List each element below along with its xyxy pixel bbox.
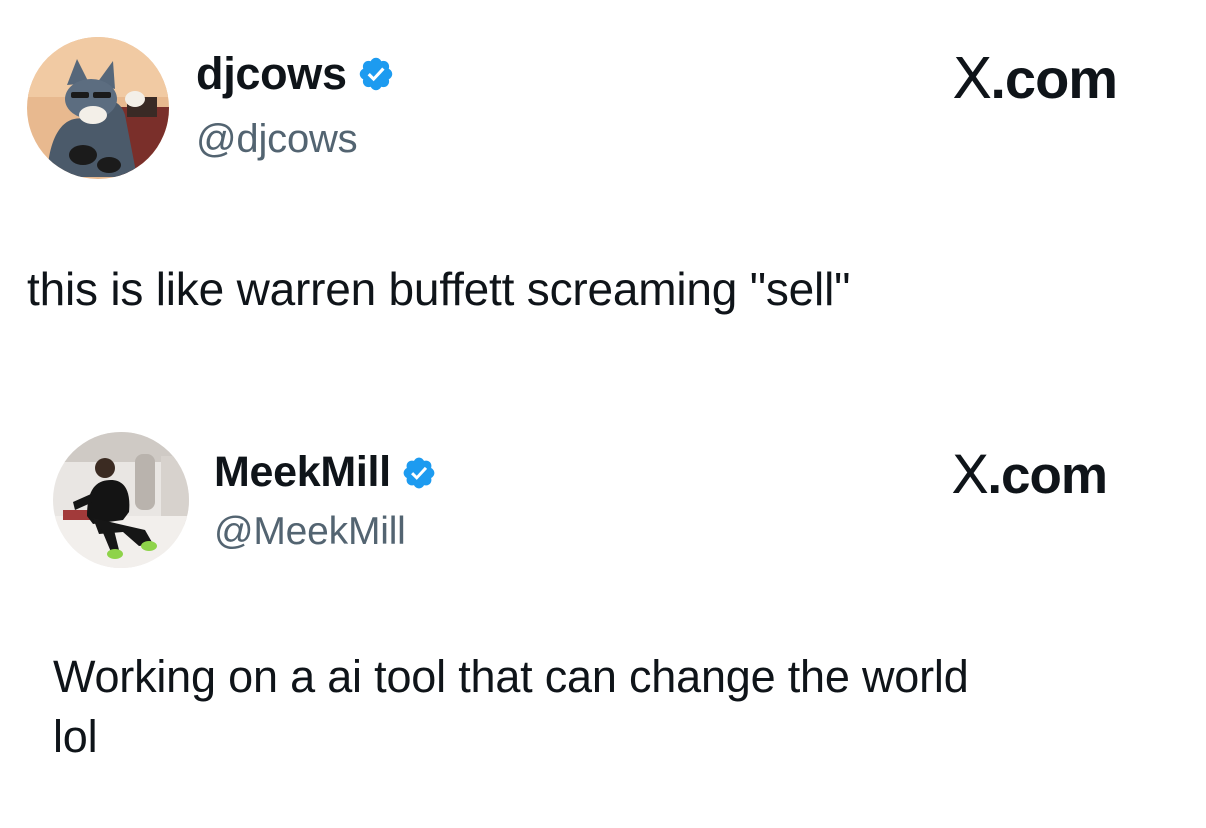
brand-suffix: .com — [990, 47, 1118, 110]
avatar[interactable] — [27, 37, 169, 179]
x-logo-icon: X — [951, 445, 989, 506]
tweet-text: this is like warren buffett screaming "s… — [27, 263, 851, 315]
brand-suffix: .com — [987, 446, 1108, 505]
handle[interactable]: @MeekMill — [214, 510, 406, 554]
avatar[interactable] — [53, 432, 189, 568]
x-brand-logo: X .com — [951, 445, 1108, 506]
tweet-text: Working on a ai tool that can change the… — [53, 651, 969, 762]
x-brand-logo: X .com — [952, 46, 1118, 112]
verified-badge-icon — [357, 55, 395, 93]
display-name-text: MeekMill — [214, 448, 391, 496]
display-name[interactable]: MeekMill — [214, 448, 437, 497]
display-name-text: djcows — [196, 48, 347, 99]
x-logo-icon: X — [952, 47, 992, 112]
display-name[interactable]: djcows — [196, 48, 395, 100]
handle[interactable]: @djcows — [196, 117, 358, 162]
cartoon-cat-avatar-icon — [27, 37, 169, 179]
person-photo-avatar-icon — [53, 432, 189, 568]
verified-badge-icon — [401, 455, 437, 491]
